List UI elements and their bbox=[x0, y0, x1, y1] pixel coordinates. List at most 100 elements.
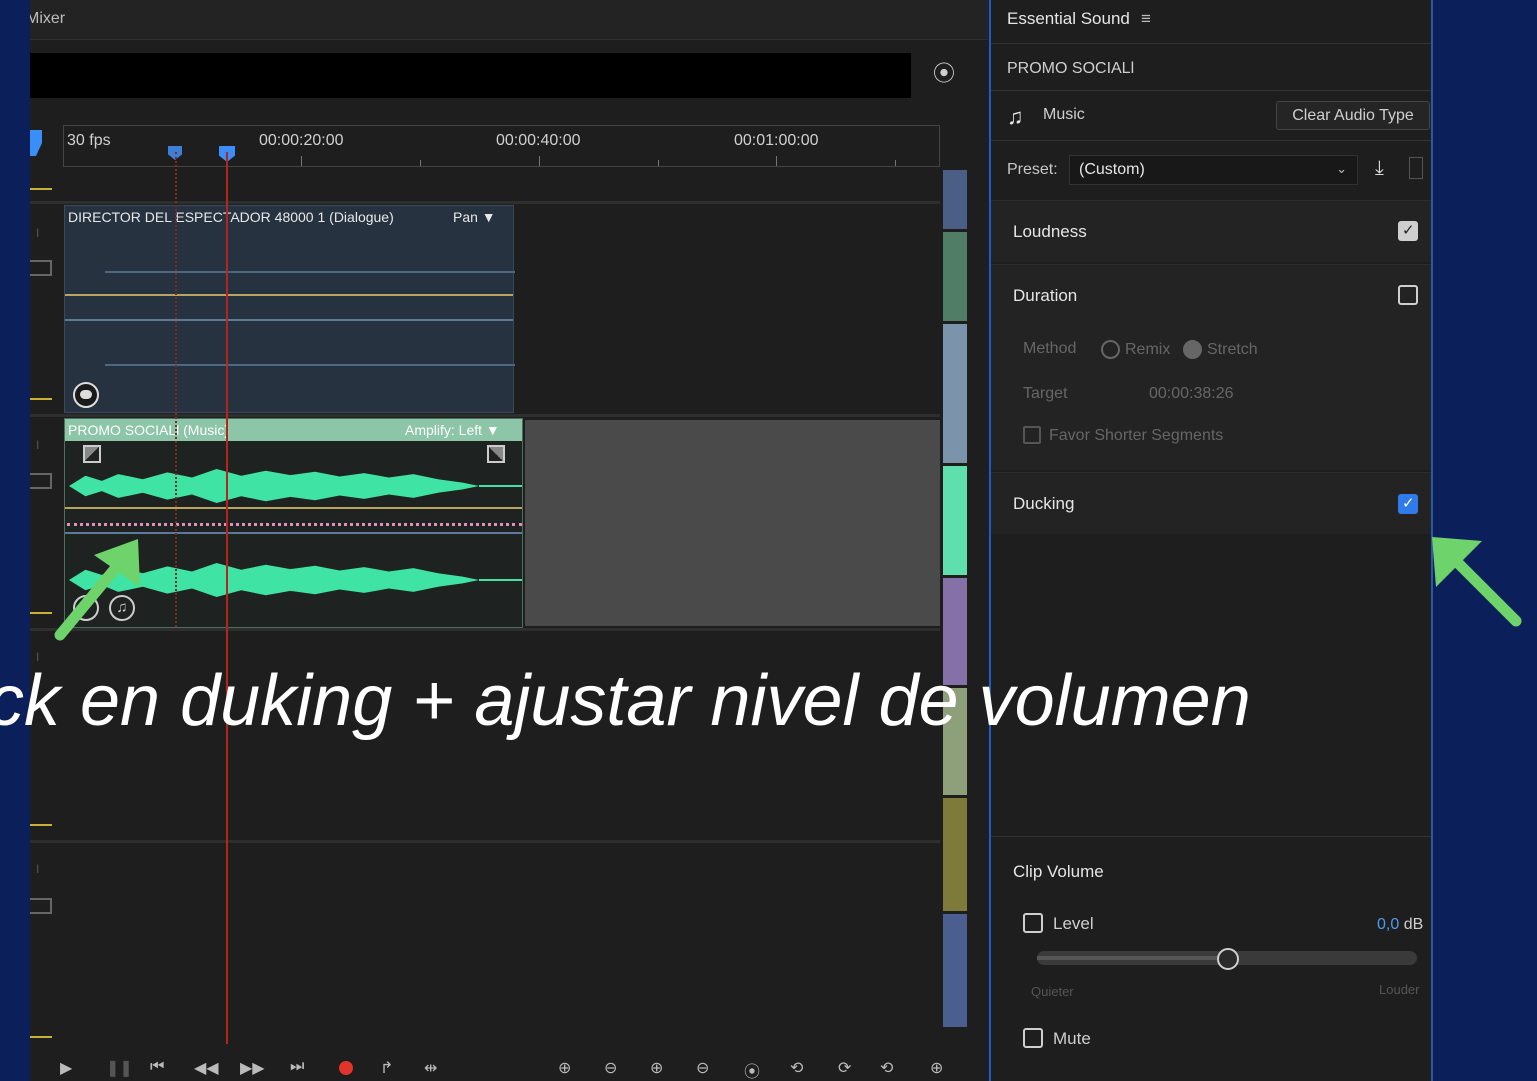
scroll-left-icon[interactable]: ⟲ bbox=[790, 1058, 803, 1078]
clip-effect-label[interactable]: Amplify: Left ▼ bbox=[405, 422, 500, 438]
loudness-checkbox[interactable] bbox=[1398, 221, 1418, 241]
method-label: Method bbox=[1023, 340, 1077, 357]
step-back-icon[interactable]: ◀◀ bbox=[194, 1058, 219, 1078]
annotation-caption: ick en duking + ajustar nivel de volumen bbox=[0, 661, 1251, 741]
annotation-arrow-left bbox=[54, 539, 140, 641]
zoom-in-icon[interactable]: ⊕ bbox=[558, 1058, 571, 1078]
save-preset-icon[interactable]: ⤓ bbox=[1375, 157, 1384, 180]
hamburger-icon[interactable]: ≡ bbox=[1141, 9, 1151, 29]
ruler-tick bbox=[301, 156, 302, 166]
level-checkbox[interactable] bbox=[1023, 913, 1043, 933]
fade-in-handle-icon[interactable] bbox=[83, 445, 101, 463]
record-icon[interactable] bbox=[339, 1061, 353, 1075]
ducking-label: Ducking bbox=[1013, 494, 1075, 513]
play-icon[interactable]: ▶ bbox=[60, 1058, 72, 1078]
ruler-tick bbox=[895, 160, 896, 166]
clip-effect-label[interactable]: Pan ▼ bbox=[453, 209, 496, 225]
track-indicator: I bbox=[36, 226, 40, 240]
scrollbar-track-segment[interactable] bbox=[943, 798, 967, 911]
panel-title: Essential Sound bbox=[1007, 9, 1130, 28]
stretch-radio[interactable] bbox=[1183, 340, 1202, 359]
zoom-fit-icon[interactable]: ⦿ bbox=[744, 1058, 760, 1081]
clip-effect-name: Amplify: Left bbox=[405, 422, 483, 438]
marker-guide-line bbox=[175, 152, 177, 627]
track-scrollbar[interactable] bbox=[943, 170, 967, 1046]
track-indicator: I bbox=[36, 438, 40, 452]
duration-section: Duration Method Remix Stretch Target 00:… bbox=[991, 264, 1431, 470]
loudness-section[interactable]: Loudness bbox=[991, 200, 1431, 262]
zoom-to-sequence-icon[interactable]: ⦿ bbox=[930, 60, 958, 88]
remix-label: Remix bbox=[1125, 341, 1171, 358]
ruler-tick bbox=[539, 156, 540, 166]
preset-dropdown[interactable]: (Custom) ⌄ bbox=[1069, 155, 1358, 185]
clear-audio-type-button[interactable]: Clear Audio Type bbox=[1276, 101, 1430, 130]
fade-out-handle-icon[interactable] bbox=[487, 445, 505, 463]
ducking-keyframes[interactable] bbox=[67, 523, 522, 526]
step-forward-icon[interactable]: ▶▶ bbox=[240, 1058, 265, 1078]
clip-name: DIRECTOR DEL ESPECTADOR 48000 1 (Dialogu… bbox=[68, 209, 394, 225]
zoom-out-tracks-icon[interactable]: ⊖ bbox=[696, 1058, 709, 1078]
waveform-channel-2 bbox=[105, 364, 515, 366]
favor-shorter-checkbox[interactable] bbox=[1023, 426, 1041, 444]
zoom-selection-icon[interactable]: ⊕ bbox=[930, 1058, 943, 1078]
quieter-label: Quieter bbox=[1031, 984, 1074, 999]
channel-divider bbox=[65, 319, 513, 321]
track-divider bbox=[30, 414, 940, 417]
waveform-tail bbox=[479, 485, 522, 487]
annotation-arrow-right bbox=[1432, 537, 1522, 627]
go-to-in-icon[interactable]: ⏮ bbox=[150, 1058, 164, 1076]
skip-icon[interactable]: ⇹ bbox=[424, 1058, 437, 1078]
zoom-out-icon[interactable]: ⊖ bbox=[604, 1058, 617, 1078]
scrollbar-track-segment[interactable] bbox=[943, 324, 967, 463]
loop-icon[interactable]: ↱ bbox=[380, 1058, 393, 1078]
volume-rubberband[interactable] bbox=[65, 507, 522, 509]
waveform-tail bbox=[479, 579, 522, 581]
scroll-both-icon[interactable]: ⟲ bbox=[880, 1058, 893, 1078]
divider bbox=[991, 43, 1431, 44]
chevron-down-icon: ⌄ bbox=[1336, 161, 1347, 176]
track-indicator: I bbox=[36, 862, 40, 876]
playhead-line[interactable] bbox=[226, 152, 228, 1044]
zoom-in-tracks-icon[interactable]: ⊕ bbox=[650, 1058, 663, 1078]
essential-sound-panel: Essential Sound ≡ PROMO SOCIALl ♫ Music … bbox=[989, 0, 1433, 1081]
scrollbar-track-segment[interactable] bbox=[943, 466, 967, 575]
duration-checkbox[interactable] bbox=[1398, 285, 1418, 305]
track-bracket bbox=[30, 260, 52, 276]
scrollbar-track-segment[interactable] bbox=[943, 170, 967, 229]
timecode-label: 00:01:00:00 bbox=[734, 132, 819, 149]
ducking-section[interactable]: Ducking bbox=[991, 472, 1431, 534]
time-ruler[interactable]: 30 fps 00:00:20:00 00:00:40:00 00:01:00:… bbox=[63, 125, 940, 167]
waveform-channel-1 bbox=[105, 271, 515, 273]
pause-icon[interactable]: ❚❚ bbox=[106, 1058, 133, 1078]
track-divider bbox=[30, 628, 940, 631]
in-point-marker[interactable] bbox=[30, 130, 42, 156]
dialogue-clip[interactable]: DIRECTOR DEL ESPECTADOR 48000 1 (Dialogu… bbox=[64, 205, 515, 413]
ducking-checkbox[interactable] bbox=[1398, 494, 1418, 514]
go-to-out-icon[interactable]: ⏭ bbox=[290, 1058, 304, 1076]
track-level-mark bbox=[30, 824, 52, 826]
preset-label: Preset: bbox=[1007, 161, 1058, 178]
scroll-right-icon[interactable]: ⟳ bbox=[838, 1058, 851, 1078]
trash-icon[interactable] bbox=[1409, 157, 1423, 179]
scrollbar-track-segment[interactable] bbox=[943, 914, 967, 1027]
ruler-tick bbox=[658, 160, 659, 166]
timeline-panel: Mixer ⦿ 30 fps 00:00:20:00 00:00:40:00 0… bbox=[30, 0, 988, 1081]
ruler-tick bbox=[776, 156, 777, 166]
clip-effect-name: Pan bbox=[453, 209, 478, 225]
music-note-icon: ♫ bbox=[1007, 104, 1024, 129]
volume-rubberband[interactable] bbox=[65, 294, 513, 296]
target-value[interactable]: 00:00:38:26 bbox=[1149, 385, 1234, 403]
favor-shorter-label: Favor Shorter Segments bbox=[1049, 427, 1224, 444]
mute-checkbox[interactable] bbox=[1023, 1028, 1043, 1048]
clip-volume-title: Clip Volume bbox=[1013, 862, 1104, 881]
level-value[interactable]: 0,0 dB bbox=[1377, 916, 1423, 934]
scrollbar-track-segment[interactable] bbox=[943, 232, 967, 321]
track-bracket bbox=[30, 898, 52, 914]
remix-radio[interactable] bbox=[1101, 340, 1120, 359]
level-label: Level bbox=[1053, 914, 1094, 933]
dialogue-badge-icon bbox=[73, 382, 99, 408]
empty-track-area bbox=[525, 420, 940, 626]
target-label: Target bbox=[1023, 385, 1068, 402]
track-level-mark bbox=[30, 188, 52, 190]
level-slider-knob[interactable] bbox=[1217, 948, 1239, 970]
